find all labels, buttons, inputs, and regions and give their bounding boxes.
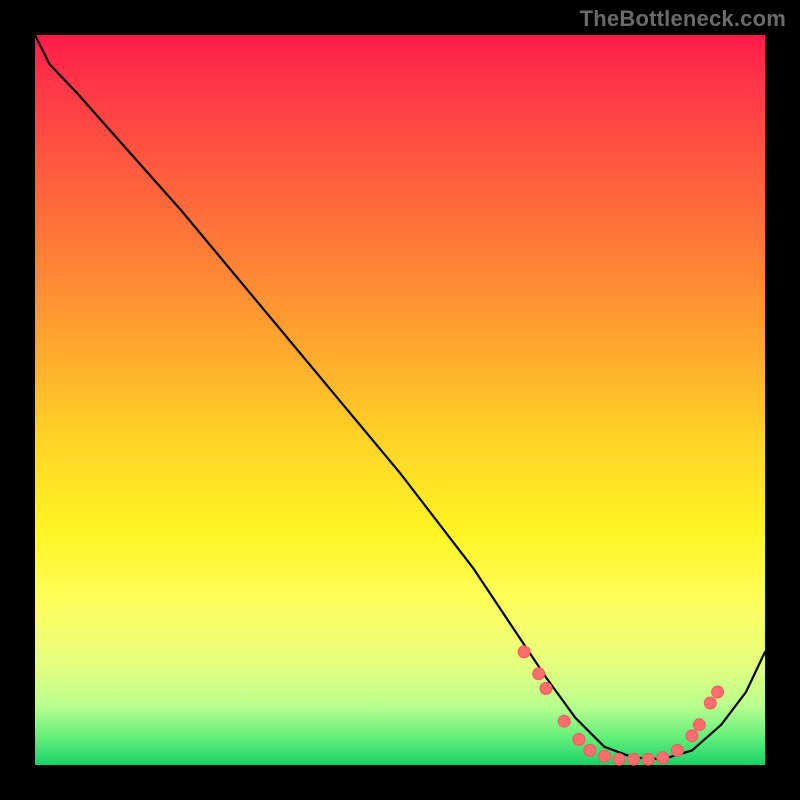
plot-area	[35, 35, 765, 765]
data-marker	[712, 686, 724, 698]
data-marker	[628, 753, 640, 765]
data-marker	[540, 682, 552, 694]
data-marker	[686, 730, 698, 742]
data-marker	[518, 646, 530, 658]
data-marker	[533, 668, 545, 680]
data-marker	[704, 697, 716, 709]
chart-frame: TheBottleneck.com	[0, 0, 800, 800]
curve-path	[35, 35, 765, 759]
marker-group	[518, 646, 724, 765]
data-marker	[693, 719, 705, 731]
data-marker	[657, 752, 669, 764]
data-marker	[558, 715, 570, 727]
data-marker	[584, 744, 596, 756]
data-marker	[598, 750, 610, 762]
data-marker	[613, 753, 625, 765]
chart-svg	[35, 35, 765, 765]
data-marker	[573, 733, 585, 745]
data-marker	[642, 753, 654, 765]
data-marker	[671, 744, 683, 756]
watermark-text: TheBottleneck.com	[580, 6, 786, 32]
